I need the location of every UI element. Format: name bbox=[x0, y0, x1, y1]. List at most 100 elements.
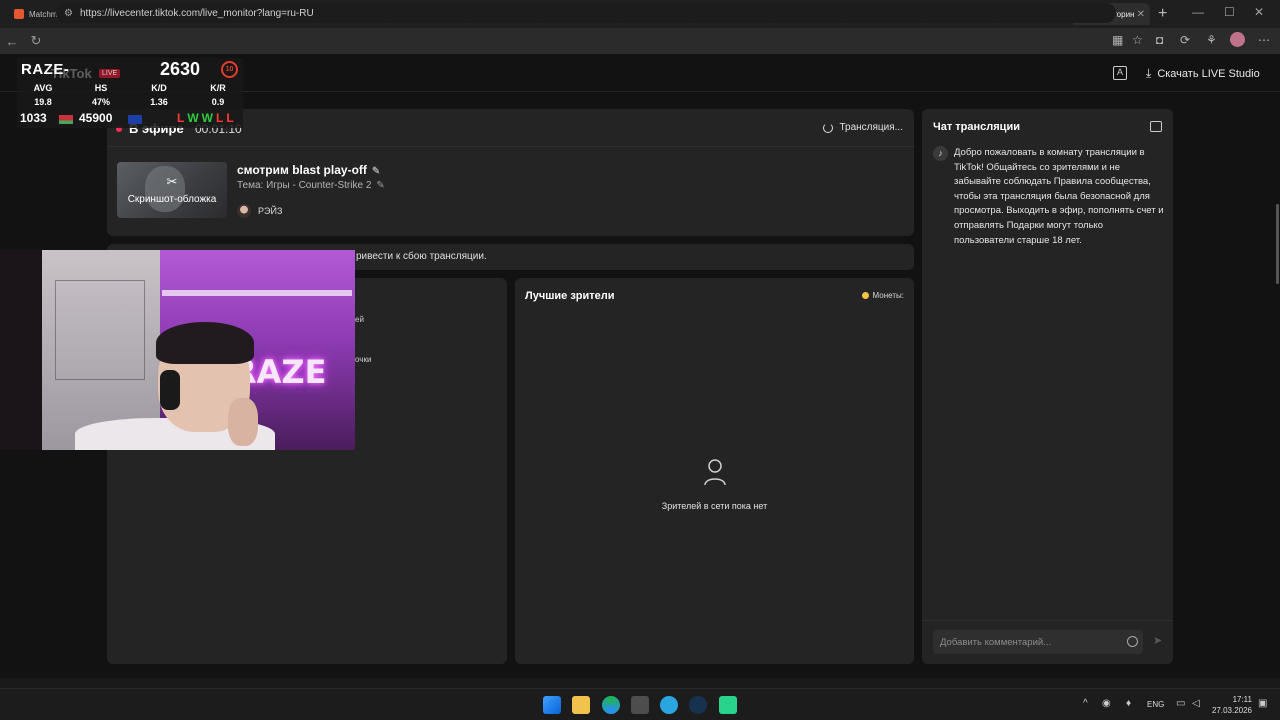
stat-label: K/R bbox=[210, 83, 226, 93]
stream-state: Трансляция... bbox=[823, 122, 903, 133]
minimize-icon[interactable]: — bbox=[1192, 5, 1204, 19]
divider bbox=[107, 146, 914, 147]
match-result: L bbox=[226, 111, 234, 125]
stat-value: 19.8 bbox=[34, 97, 52, 107]
favorite-star-icon[interactable]: ☆ bbox=[1132, 33, 1143, 47]
stat-value: 47% bbox=[91, 97, 110, 107]
emoji-icon[interactable] bbox=[1127, 636, 1138, 647]
stream-topic: Тема: Игры - Counter-Strike 2 ✎ bbox=[237, 180, 385, 191]
profile-avatar[interactable] bbox=[1230, 32, 1245, 47]
webcam-person-hand bbox=[228, 398, 258, 446]
scissors-icon: ✂ bbox=[166, 174, 178, 189]
apps-icon[interactable]: ▦ bbox=[1112, 33, 1123, 47]
page-scrollbar[interactable] bbox=[1276, 204, 1279, 284]
network-icon[interactable]: ▭ bbox=[1176, 698, 1185, 709]
stream-title: смотрим blast play-off ✎ bbox=[237, 163, 380, 177]
download-icon: ⤓ bbox=[1146, 66, 1152, 80]
back-icon[interactable]: ← bbox=[0, 34, 24, 49]
host-avatar bbox=[237, 204, 251, 218]
address-bar: ← ↻ bbox=[0, 28, 1280, 54]
coin-icon bbox=[861, 292, 869, 299]
chat-title: Чат трансляции bbox=[933, 121, 1020, 133]
tab-close-icon[interactable]: ✕ bbox=[1137, 9, 1145, 20]
eu-flag-icon bbox=[128, 115, 142, 124]
microphone-icon[interactable]: ♦ bbox=[1126, 698, 1131, 709]
page-bottom-bar bbox=[0, 678, 1280, 688]
faceit-level-icon: 10 bbox=[221, 61, 238, 78]
coins-filter[interactable]: Монеты: bbox=[861, 291, 904, 300]
stream-topic-text: Тема: Игры - Counter-Strike 2 bbox=[237, 180, 372, 191]
faceit-stats-overlay: TikTok LIVE RAZE- 2630 10 AVG HS K/D K/R… bbox=[17, 58, 243, 128]
live-info-card: В эфире 00:01:10 Трансляция... ✂ Скриншо… bbox=[107, 109, 914, 236]
match-result: W bbox=[187, 111, 199, 125]
stat-label: HS bbox=[94, 83, 108, 93]
maximize-icon[interactable]: ☐ bbox=[1224, 5, 1235, 19]
clock-date: 27.03.2026 bbox=[1211, 706, 1252, 715]
region-rank: 45900 bbox=[79, 111, 113, 125]
chat-welcome-message: Добро пожаловать в комнату трансляции в … bbox=[954, 147, 1164, 246]
store-icon[interactable] bbox=[631, 696, 649, 714]
coins-label: Монеты: bbox=[872, 291, 904, 300]
language-indicator[interactable]: ENG bbox=[1147, 700, 1164, 709]
translate-icon[interactable]: A bbox=[1113, 66, 1127, 80]
stat-value: 0.9 bbox=[211, 97, 225, 107]
host-name: РЭЙЗ bbox=[258, 206, 283, 216]
steam-tray-icon[interactable]: ◉ bbox=[1102, 698, 1111, 709]
download-label: Скачать LIVE Studio bbox=[1157, 67, 1260, 80]
stat-value: 1.36 bbox=[150, 97, 168, 107]
stats-label-1: ей bbox=[355, 315, 364, 324]
extensions-puzzle-icon[interactable]: ⚘ bbox=[1206, 33, 1217, 47]
top-viewers-title: Лучшие зрители bbox=[525, 290, 615, 302]
close-window-icon[interactable]: ✕ bbox=[1254, 5, 1264, 19]
site-info-icon[interactable]: ⚙ bbox=[64, 8, 73, 19]
steam-icon[interactable] bbox=[689, 696, 707, 714]
download-live-studio-button[interactable]: ⤓ Скачать LIVE Studio bbox=[1146, 66, 1260, 81]
chevron-up-icon[interactable]: ^ bbox=[1083, 698, 1088, 709]
webcam-cabinet-door bbox=[55, 280, 145, 380]
webcam-headset bbox=[160, 370, 180, 410]
webcam-person-hair bbox=[156, 322, 254, 364]
new-tab-icon[interactable]: + bbox=[1158, 5, 1167, 23]
reload-icon[interactable]: ↻ bbox=[24, 33, 48, 49]
app-icon[interactable] bbox=[719, 696, 737, 714]
extension-icon[interactable]: ◘ bbox=[1156, 33, 1163, 47]
more-menu-icon[interactable]: ⋯ bbox=[1258, 33, 1270, 47]
notifications-icon[interactable]: ▣ bbox=[1258, 698, 1267, 709]
webcam-overlay: RAZE bbox=[0, 250, 355, 450]
person-icon bbox=[704, 459, 726, 486]
start-icon[interactable] bbox=[543, 696, 561, 714]
edit-topic-icon[interactable]: ✎ bbox=[376, 180, 384, 191]
no-viewers-text: Зрителей в сети пока нет bbox=[661, 501, 768, 511]
url-field[interactable]: ⚙ https://livecenter.tiktok.com/live_mon… bbox=[56, 3, 1116, 23]
webcam-shelf bbox=[162, 290, 352, 296]
match-result: L bbox=[177, 111, 185, 125]
cover-screenshot-button[interactable]: ✂ Скриншот-обложка bbox=[117, 162, 227, 218]
clock[interactable]: 17:11 27.03.2026 bbox=[1210, 694, 1252, 716]
belarus-flag-icon bbox=[59, 115, 73, 124]
loading-spinner-icon bbox=[823, 122, 834, 133]
stat-label: AVG bbox=[33, 83, 53, 93]
warning-text: ривести к сбою трансляции. bbox=[356, 251, 487, 262]
tiktok-icon: ♪ bbox=[933, 146, 948, 161]
tab-favicon-icon bbox=[14, 9, 24, 19]
stat-label: K/D bbox=[151, 83, 167, 93]
refresh-ext-icon[interactable]: ⟳ bbox=[1180, 33, 1190, 47]
edit-title-icon[interactable]: ✎ bbox=[372, 166, 380, 177]
windows-taskbar: ^ ◉ ♦ ENG ▭ ◁ 17:11 27.03.2026 ▣ bbox=[0, 688, 1280, 720]
player-name: RAZE- bbox=[21, 61, 70, 78]
file-explorer-icon[interactable] bbox=[572, 696, 590, 714]
send-icon[interactable]: ➤ bbox=[1153, 634, 1162, 647]
cover-label: Скриншот-обложка bbox=[127, 194, 217, 205]
recent-form: LWWLL bbox=[177, 111, 234, 125]
live-chat-panel: Чат трансляции ♪ Добро пожаловать в комн… bbox=[922, 109, 1173, 664]
comment-input[interactable] bbox=[933, 630, 1143, 654]
match-result: W bbox=[201, 111, 213, 125]
player-elo: 2630 bbox=[160, 59, 201, 79]
stats-label-2: очки bbox=[355, 355, 372, 364]
popout-icon[interactable] bbox=[1150, 121, 1162, 132]
edge-icon[interactable] bbox=[602, 696, 620, 714]
match-result: L bbox=[216, 111, 224, 125]
volume-icon[interactable]: ◁ bbox=[1192, 698, 1200, 709]
telegram-icon[interactable] bbox=[660, 696, 678, 714]
country-rank: 1033 bbox=[20, 111, 47, 125]
